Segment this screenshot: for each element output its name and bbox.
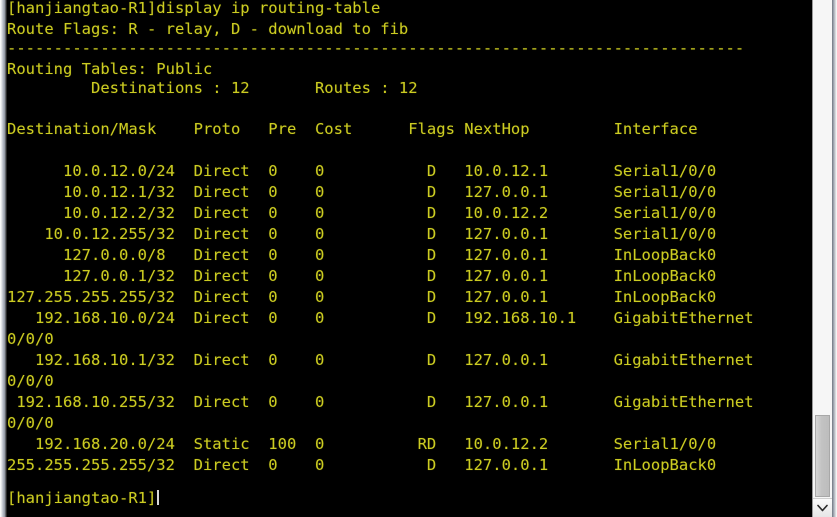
routing-table-header-row: Destination/Mask Proto Pre Cost Flags Ne… (7, 120, 698, 138)
console-left-bevel (0, 0, 7, 517)
table-row: 10.0.12.1/32 Direct 0 0 D 127.0.0.1 Seri… (7, 183, 717, 201)
table-row-wrap: 0/0/0 (7, 414, 54, 432)
table-row: 192.168.10.255/32 Direct 0 0 D 127.0.0.1… (7, 393, 754, 411)
table-row: 192.168.20.0/24 Static 100 0 RD 10.0.12.… (7, 435, 717, 453)
table-row: 192.168.10.0/24 Direct 0 0 D 192.168.10.… (7, 309, 754, 327)
table-row: 10.0.12.255/32 Direct 0 0 D 127.0.0.1 Se… (7, 225, 717, 243)
chevron-down-icon (817, 504, 828, 512)
routing-tables-label: Routing Tables: Public (7, 60, 213, 78)
table-row: 255.255.255.255/32 Direct 0 0 D 127.0.0.… (7, 456, 717, 474)
route-flags-legend-line: Route Flags: R - relay, D - download to … (7, 20, 409, 38)
table-row: 127.0.0.1/32 Direct 0 0 D 127.0.0.1 InLo… (7, 267, 717, 285)
table-row: 127.255.255.255/32 Direct 0 0 D 127.0.0.… (7, 288, 717, 306)
text-cursor (157, 490, 160, 505)
vertical-scrollbar[interactable] (812, 0, 832, 517)
table-row-wrap: 0/0/0 (7, 330, 54, 348)
console-output-area[interactable]: [hanjiangtao-R1]display ip routing-table… (7, 0, 812, 517)
window-right-edge (832, 0, 837, 517)
table-row: 10.0.12.2/32 Direct 0 0 D 10.0.12.2 Seri… (7, 204, 717, 222)
trailing-prompt-text: [hanjiangtao-R1] (7, 489, 157, 507)
table-row: 127.0.0.0/8 Direct 0 0 D 127.0.0.1 InLoo… (7, 246, 717, 264)
trailing-prompt-line: [hanjiangtao-R1] (7, 488, 160, 509)
routing-summary-counts: Destinations : 12 Routes : 12 (7, 79, 418, 97)
terminal-window: [hanjiangtao-R1]display ip routing-table… (0, 0, 837, 517)
table-row-wrap: 0/0/0 (7, 372, 54, 390)
table-row: 192.168.10.1/32 Direct 0 0 D 127.0.0.1 G… (7, 351, 754, 369)
table-row: 10.0.12.0/24 Direct 0 0 D 10.0.12.1 Seri… (7, 162, 717, 180)
scrollbar-down-button[interactable] (813, 498, 832, 517)
command-prompt-line: [hanjiangtao-R1]display ip routing-table (7, 0, 381, 17)
separator-line: ----------------------------------------… (7, 39, 745, 57)
scrollbar-thumb[interactable] (815, 415, 830, 497)
